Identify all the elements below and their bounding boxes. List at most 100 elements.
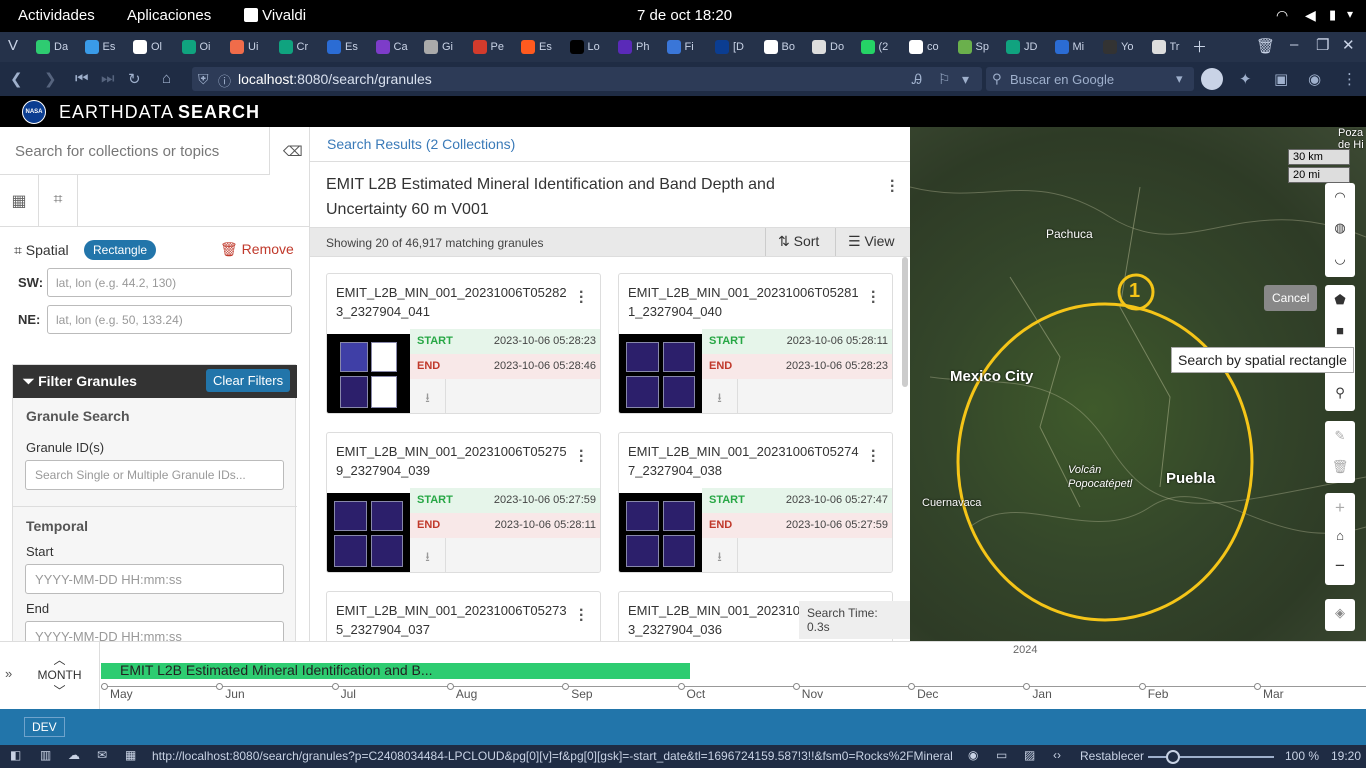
cancel-draw-button[interactable]: Cancel	[1264, 285, 1318, 311]
browser-tab[interactable]: Es	[83, 36, 117, 58]
timeline-month-label[interactable]: Aug	[456, 687, 477, 701]
shield-icon[interactable]: ⛨	[198, 71, 209, 88]
layers-icon[interactable]: ◈	[1325, 599, 1355, 631]
timeline-month-label[interactable]: Nov	[802, 687, 823, 701]
ne-coordinates-input[interactable]: lat, lon (e.g. 50, 133.24)	[47, 305, 292, 334]
sort-button[interactable]: ⇅ Sort	[765, 228, 835, 256]
browser-tab[interactable]: Gi	[422, 36, 456, 58]
timeline-month-label[interactable]: Jun	[225, 687, 244, 701]
fast-forward-button[interactable]: ⏭	[101, 70, 115, 87]
north-polar-icon[interactable]: ◠	[1325, 183, 1355, 214]
volume-icon[interactable]: ◀	[1305, 7, 1316, 24]
trash-icon[interactable]: 🗑	[1325, 452, 1355, 483]
granule-card[interactable]: EMIT_L2B_MIN_001_20231006T052735_2327904…	[326, 591, 601, 641]
home-icon[interactable]: ⌂	[1325, 523, 1355, 553]
back-button[interactable]: ❮	[10, 70, 23, 88]
more-options-icon[interactable]: ···	[890, 174, 895, 200]
browser-tab[interactable]: Tr	[1150, 36, 1184, 58]
panel-toggle-icon[interactable]: ◧	[10, 748, 21, 762]
timeline-month-label[interactable]: Jul	[341, 687, 356, 701]
browser-tab[interactable]: JD	[1004, 36, 1038, 58]
granule-ids-input[interactable]: Search Single or Multiple Granule IDs...	[25, 460, 284, 490]
browser-tab[interactable]: Mi	[1053, 36, 1087, 58]
window-icon[interactable]: ▭	[996, 748, 1007, 762]
browser-tab[interactable]: Lo	[568, 36, 602, 58]
collection-search-input[interactable]: Search for collections or topics	[0, 127, 270, 175]
tiling-icon[interactable]: ▥	[40, 748, 51, 762]
edit-icon[interactable]: ✎	[1325, 421, 1355, 452]
granule-thumbnail[interactable]	[327, 334, 410, 413]
browser-tab[interactable]: Oi	[180, 36, 214, 58]
search-results-link[interactable]: Search Results (2 Collections)	[327, 136, 515, 152]
sw-coordinates-input[interactable]: lat, lon (e.g. 44.2, 130)	[47, 268, 292, 297]
chevron-down-icon[interactable]: ▾	[1347, 7, 1353, 21]
cloud-icon[interactable]: ☁	[68, 748, 80, 762]
browser-tab[interactable]: Cr	[277, 36, 311, 58]
translate-icon[interactable]: Ꭿ	[912, 71, 922, 88]
nasa-logo[interactable]: NASA	[22, 100, 46, 124]
browser-tab[interactable]: Fi	[665, 36, 699, 58]
browser-tab[interactable]: Ca	[374, 36, 408, 58]
download-icon[interactable]: ⭳	[410, 538, 446, 572]
view-button[interactable]: ☰ View	[835, 228, 910, 256]
timeline-month-label[interactable]: Oct	[687, 687, 706, 701]
new-tab-button[interactable]: ＋	[1192, 36, 1207, 57]
zoom-up-icon[interactable]: ︿	[20, 651, 99, 668]
results-scrollbar[interactable]	[902, 257, 908, 387]
browser-tab[interactable]: (2	[859, 36, 893, 58]
start-date-input[interactable]: YYYY-MM-DD HH:mm:ss	[25, 564, 284, 594]
browser-tab[interactable]: Yo	[1101, 36, 1135, 58]
clear-filters-button[interactable]: Clear Filters	[206, 369, 291, 392]
timeline-month-label[interactable]: Sep	[571, 687, 592, 701]
app-title[interactable]: EARTHDATA SEARCH	[59, 102, 260, 123]
applications-menu[interactable]: Aplicaciones	[127, 7, 211, 24]
south-polar-icon[interactable]: ◡	[1325, 245, 1355, 276]
granule-card[interactable]: EMIT_L2B_MIN_001_20231006T052759_2327904…	[326, 432, 601, 573]
forward-button[interactable]: ❯	[44, 70, 57, 88]
minimize-button[interactable]: –	[1290, 36, 1298, 53]
chevron-down-icon[interactable]: ▾	[1176, 71, 1183, 87]
calendar-icon[interactable]: ▦	[0, 175, 39, 227]
home-button[interactable]: ⌂	[162, 70, 171, 87]
zoom-down-icon[interactable]: ﹀	[20, 682, 99, 699]
crop-icon[interactable]: ⌗	[39, 175, 78, 227]
timeline-month-label[interactable]: Feb	[1148, 687, 1169, 701]
browser-tab[interactable]: Es	[519, 36, 553, 58]
site-info-icon[interactable]: ⓘ	[218, 71, 231, 90]
eraser-icon[interactable]: ⌫	[283, 143, 303, 160]
globe-icon[interactable]: ◍	[1325, 214, 1355, 245]
more-options-icon[interactable]: ···	[579, 444, 584, 470]
map[interactable]: 1 Pachuca Mexico City Puebla Cuernavaca …	[910, 127, 1366, 641]
url-field[interactable]: ⛨ ⓘ localhost:8080/search/granules Ꭿ ⚐ ▾	[192, 67, 982, 91]
more-options-icon[interactable]: ···	[579, 603, 584, 629]
close-window-button[interactable]: ✕	[1342, 36, 1355, 54]
download-icon[interactable]: ⭳	[702, 379, 738, 413]
reset-zoom-button[interactable]: Restablecer	[1080, 749, 1144, 763]
browser-tab[interactable]: Bo	[762, 36, 796, 58]
web-search-field[interactable]: ⚲ Buscar en Google ▾	[986, 67, 1194, 91]
browser-tab[interactable]: Ol	[131, 36, 165, 58]
collapse-timeline-icon[interactable]: »	[5, 666, 12, 681]
granule-thumbnail[interactable]	[619, 334, 702, 413]
download-icon[interactable]: ⭳	[702, 538, 738, 572]
browser-tab[interactable]: Ph	[616, 36, 650, 58]
end-date-input[interactable]: YYYY-MM-DD HH:mm:ss	[25, 621, 284, 641]
browser-tab[interactable]: Pe	[471, 36, 505, 58]
menu-icon[interactable]: ⋮	[1342, 70, 1357, 88]
granule-thumbnail[interactable]	[327, 493, 410, 572]
mail-icon[interactable]: ✉	[97, 748, 107, 762]
browser-tab[interactable]: Da	[34, 36, 68, 58]
more-options-icon[interactable]: ···	[579, 285, 584, 311]
more-options-icon[interactable]: ···	[871, 285, 876, 311]
browser-tab[interactable]: Es	[325, 36, 359, 58]
granule-card[interactable]: EMIT_L2B_MIN_001_20231006T052811_2327904…	[618, 273, 893, 414]
extensions-icon[interactable]: ▣	[1274, 70, 1288, 88]
browser-tab[interactable]: [D	[713, 36, 747, 58]
granule-thumbnail[interactable]	[619, 493, 702, 572]
browser-tab[interactable]: Sp	[956, 36, 990, 58]
battery-icon[interactable]: ▮	[1329, 7, 1336, 23]
timeline-month-label[interactable]: Jan	[1032, 687, 1051, 701]
zoom-in-button[interactable]: +	[1325, 493, 1355, 523]
maximize-button[interactable]: ❐	[1316, 36, 1329, 54]
granule-card[interactable]: EMIT_L2B_MIN_001_20231006T052747_2327904…	[618, 432, 893, 573]
